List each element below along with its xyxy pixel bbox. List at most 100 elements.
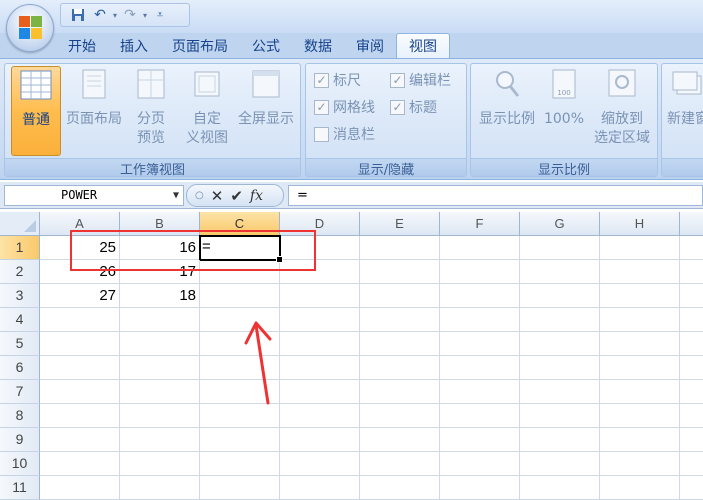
grid-cell[interactable] — [680, 236, 703, 260]
tab-view[interactable]: 视图 — [396, 33, 450, 58]
normal-view-button[interactable]: 普通 — [11, 66, 61, 156]
grid-cell[interactable] — [600, 308, 680, 332]
grid-cell[interactable] — [280, 284, 360, 308]
grid-cell[interactable] — [280, 452, 360, 476]
grid-cell[interactable] — [120, 428, 200, 452]
grid-cell[interactable] — [520, 452, 600, 476]
row-header-4[interactable]: 4 — [0, 308, 40, 332]
grid-cell[interactable] — [680, 476, 703, 500]
grid-cell[interactable] — [680, 356, 703, 380]
grid-cell[interactable] — [280, 356, 360, 380]
column-header-h[interactable]: H — [600, 212, 680, 236]
formula-input[interactable]: = — [288, 185, 703, 206]
grid-cell[interactable] — [520, 284, 600, 308]
row-header-8[interactable]: 8 — [0, 404, 40, 428]
grid-cell[interactable] — [440, 236, 520, 260]
grid-cell[interactable] — [520, 332, 600, 356]
grid-cell[interactable] — [200, 404, 280, 428]
tab-data[interactable]: 数据 — [292, 33, 344, 58]
grid-cell[interactable] — [520, 404, 600, 428]
grid-cell[interactable] — [120, 356, 200, 380]
redo-icon[interactable]: ↷ — [121, 6, 139, 24]
grid-cell[interactable] — [600, 404, 680, 428]
grid-cell[interactable] — [40, 476, 120, 500]
grid-cell[interactable] — [360, 452, 440, 476]
grid-cell[interactable] — [360, 308, 440, 332]
undo-icon[interactable]: ↶ — [91, 6, 109, 24]
grid-cell[interactable] — [440, 284, 520, 308]
fullscreen-button[interactable]: 全屏显示 — [235, 68, 297, 129]
grid-cell[interactable] — [120, 308, 200, 332]
grid-cell[interactable] — [360, 236, 440, 260]
zoom-to-selection-button[interactable]: 缩放到 选定区域 — [589, 68, 655, 148]
customize-qat-icon[interactable]: ⩡ — [151, 6, 169, 24]
grid-cell[interactable] — [600, 356, 680, 380]
grid-cell[interactable] — [40, 380, 120, 404]
tab-formulas[interactable]: 公式 — [240, 33, 292, 58]
office-button[interactable] — [6, 4, 54, 52]
name-box-dropdown-icon[interactable]: ▼ — [173, 186, 179, 205]
save-icon[interactable] — [69, 6, 87, 24]
grid-cell[interactable] — [680, 308, 703, 332]
grid-cell[interactable] — [680, 428, 703, 452]
grid-cell[interactable] — [360, 260, 440, 284]
grid-cell[interactable] — [440, 356, 520, 380]
grid-cell[interactable] — [40, 404, 120, 428]
grid-cell[interactable] — [120, 332, 200, 356]
grid-cell[interactable] — [200, 428, 280, 452]
grid-cell[interactable] — [600, 260, 680, 284]
grid-cell[interactable] — [120, 476, 200, 500]
grid-cell[interactable] — [360, 356, 440, 380]
grid-cell[interactable] — [440, 404, 520, 428]
grid-cell[interactable] — [520, 428, 600, 452]
grid-cell[interactable] — [280, 404, 360, 428]
grid-cell[interactable] — [280, 428, 360, 452]
ruler-checkbox[interactable]: ✓ 标尺 — [314, 70, 361, 90]
grid-cell[interactable] — [280, 332, 360, 356]
grid-cell[interactable] — [600, 284, 680, 308]
grid-cell[interactable] — [440, 476, 520, 500]
zoom-100-button[interactable]: 100 100% — [541, 68, 587, 129]
grid-cell[interactable] — [600, 476, 680, 500]
grid-cell[interactable] — [280, 308, 360, 332]
select-all-button[interactable] — [0, 212, 40, 236]
row-header-3[interactable]: 3 — [0, 284, 40, 308]
expand-dots-icon[interactable]: ○ — [195, 190, 204, 201]
message-bar-checkbox[interactable]: 消息栏 — [314, 124, 375, 144]
zoom-button[interactable]: 显示比例 — [475, 68, 539, 129]
grid-cell[interactable] — [40, 452, 120, 476]
grid-cell[interactable] — [440, 260, 520, 284]
grid-cell[interactable] — [440, 380, 520, 404]
custom-views-button[interactable]: 自定 义视图 — [181, 68, 233, 148]
cancel-icon[interactable]: ✕ — [211, 187, 224, 205]
row-header-1[interactable]: 1 — [0, 236, 40, 260]
row-header-2[interactable]: 2 — [0, 260, 40, 284]
tab-review[interactable]: 审阅 — [344, 33, 396, 58]
grid-cell[interactable] — [120, 404, 200, 428]
grid-cell[interactable] — [360, 428, 440, 452]
page-layout-view-button[interactable]: 页面布局 — [63, 68, 125, 129]
cell-a3[interactable]: 27 — [40, 284, 120, 308]
grid-cell[interactable] — [680, 380, 703, 404]
grid-cell[interactable] — [40, 308, 120, 332]
grid-cell[interactable] — [440, 308, 520, 332]
grid-cell[interactable] — [440, 428, 520, 452]
grid-cell[interactable] — [680, 404, 703, 428]
column-header-g[interactable]: G — [520, 212, 600, 236]
row-header-5[interactable]: 5 — [0, 332, 40, 356]
grid-cell[interactable] — [360, 404, 440, 428]
grid-cell[interactable] — [200, 284, 280, 308]
grid-cell[interactable] — [440, 452, 520, 476]
grid-cell[interactable] — [600, 332, 680, 356]
gridlines-checkbox[interactable]: ✓ 网格线 — [314, 97, 375, 117]
grid-cell[interactable] — [680, 332, 703, 356]
grid-cell[interactable] — [520, 380, 600, 404]
grid-cell[interactable] — [280, 380, 360, 404]
tab-insert[interactable]: 插入 — [108, 33, 160, 58]
grid-cell[interactable] — [600, 452, 680, 476]
grid-cell[interactable] — [520, 236, 600, 260]
enter-check-icon[interactable]: ✔ — [230, 187, 243, 205]
row-header-11[interactable]: 11 — [0, 476, 40, 500]
tab-page-layout[interactable]: 页面布局 — [160, 33, 240, 58]
grid-cell[interactable] — [360, 332, 440, 356]
